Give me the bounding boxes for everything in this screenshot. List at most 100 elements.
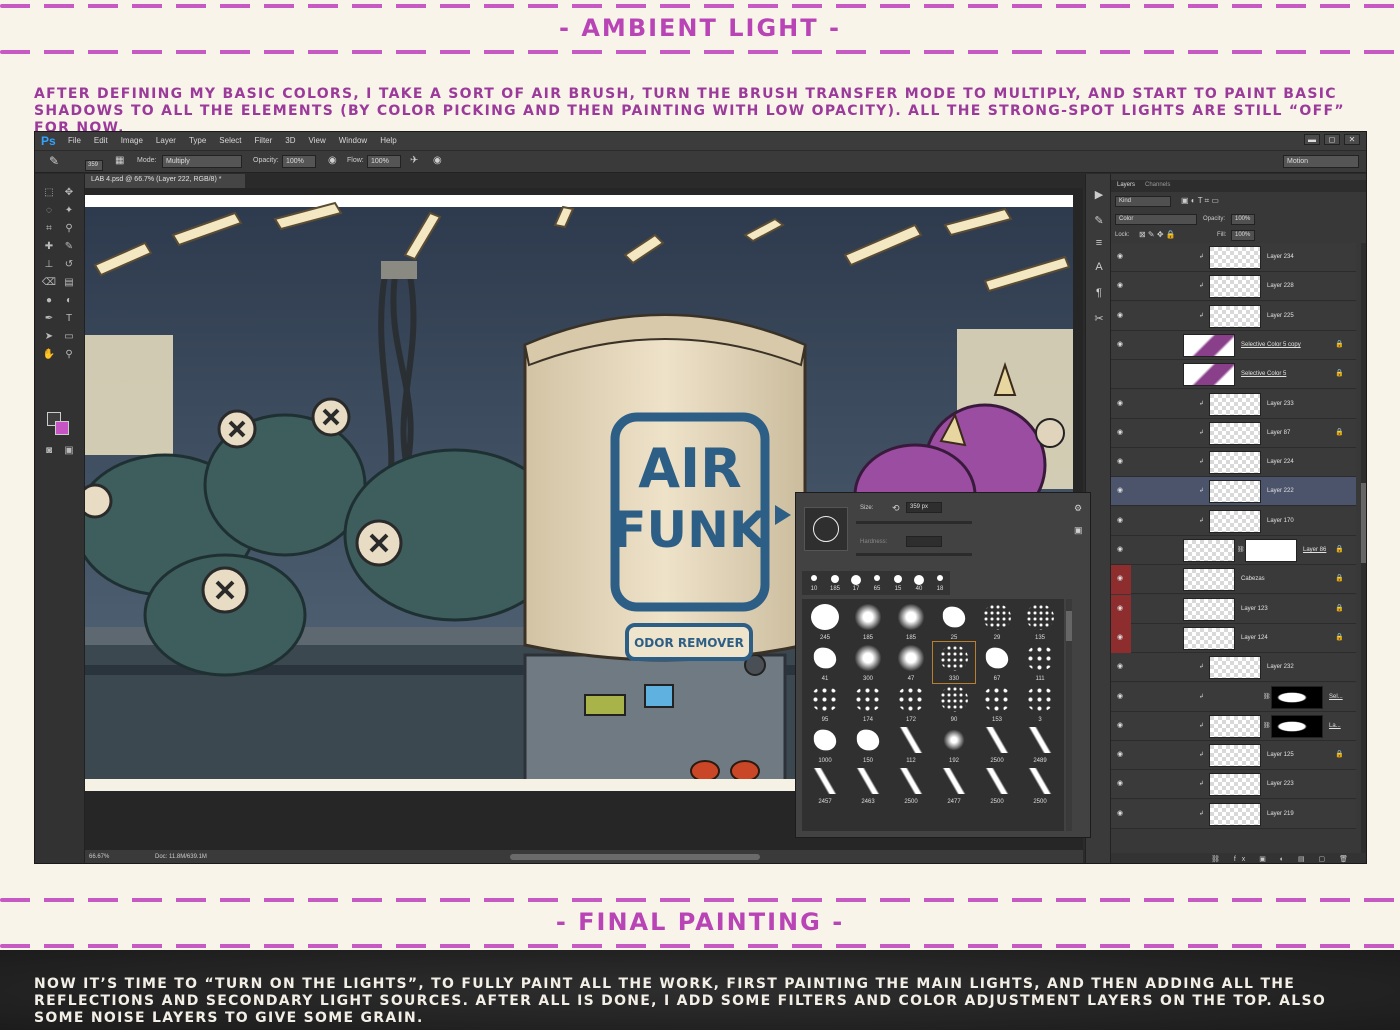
history-brush-icon[interactable]: ↺ [61, 258, 77, 272]
layer-thumbnail[interactable] [1209, 656, 1261, 680]
brush-preset[interactable]: 2489 [1019, 724, 1061, 765]
brush-preset[interactable]: 2457 [804, 765, 846, 806]
brush-preset[interactable]: 135 [1019, 601, 1061, 642]
tab-channels[interactable]: Channels [1145, 182, 1170, 188]
visibility-eye-icon[interactable]: ◉ [1117, 751, 1127, 759]
layer-name[interactable]: La... [1329, 723, 1341, 729]
layer-row[interactable]: Selective Color 5 🔒 [1111, 360, 1356, 390]
flow-field[interactable]: 100% [367, 155, 401, 168]
brush-preset[interactable]: 192 [933, 724, 975, 765]
mask-link-icon[interactable]: ⛓ [1263, 722, 1271, 729]
background-color-swatch[interactable] [55, 421, 69, 435]
recent-brush[interactable]: 65 [867, 573, 887, 595]
layer-name[interactable]: Layer 219 [1267, 811, 1294, 817]
stamp-icon[interactable]: ⊥ [41, 258, 57, 272]
fill-field[interactable]: 100% [1231, 230, 1255, 241]
layer-name[interactable]: Cabezas [1241, 576, 1265, 582]
workspace-select[interactable]: Motion [1283, 155, 1359, 168]
opacity-field[interactable]: 100% [282, 155, 316, 168]
magic-wand-icon[interactable]: ✦ [61, 204, 77, 218]
layer-row[interactable]: ◉ ↲ Layer 234 [1111, 243, 1356, 272]
close-button[interactable]: ✕ [1344, 134, 1360, 145]
visibility-eye-icon[interactable]: ◉ [1117, 400, 1127, 408]
layer-name[interactable]: Layer 225 [1267, 313, 1294, 319]
brush-tool-icon[interactable]: ✎ [49, 154, 59, 168]
layer-thumbnail[interactable] [1209, 773, 1261, 797]
layer-name[interactable]: Sel... [1329, 694, 1343, 700]
menu-item-help[interactable]: Help [380, 136, 396, 145]
layer-name[interactable]: Layer 224 [1267, 459, 1294, 465]
gradient-icon[interactable]: ▤ [61, 276, 77, 290]
hand-icon[interactable]: ✋ [41, 348, 57, 362]
lasso-icon[interactable]: ◌ [41, 204, 57, 218]
layer-name[interactable]: Selective Color 5 copy [1241, 342, 1301, 348]
menu-item-view[interactable]: View [309, 136, 326, 145]
layer-mask-thumbnail[interactable] [1245, 539, 1297, 562]
layer-row[interactable]: ◉ Cabezas 🔒 [1111, 565, 1356, 595]
screen-mode-icon[interactable]: ▣ [61, 444, 77, 458]
quick-mask-icon[interactable]: ◙ [41, 444, 57, 458]
layer-name[interactable]: Layer 222 [1267, 488, 1294, 494]
layer-row[interactable]: ◉ ↲ Layer 125 🔒 [1111, 741, 1356, 771]
adjustments-icon[interactable]: ≡ [1092, 236, 1106, 250]
layer-mask-thumbnail[interactable] [1271, 714, 1323, 738]
brush-preset[interactable]: 67 [976, 642, 1018, 683]
layer-row[interactable]: ◉ ↲ Layer 223 [1111, 770, 1356, 800]
recent-brush[interactable]: 40 [909, 573, 929, 595]
marquee-icon[interactable]: ⬚ [41, 186, 57, 200]
layer-opacity-field[interactable]: 100% [1231, 214, 1255, 225]
type-icon[interactable]: T [61, 312, 77, 326]
paragraph-icon[interactable]: ¶ [1092, 286, 1106, 300]
brush-preset[interactable]: 95 [804, 683, 846, 724]
layer-name[interactable]: Layer 232 [1267, 664, 1294, 670]
visibility-eye-icon[interactable] [1117, 370, 1127, 378]
brush-preset[interactable]: 3 [1019, 683, 1061, 724]
layer-thumbnail[interactable] [1225, 685, 1245, 709]
zoom-readout[interactable]: 66.67% [89, 854, 109, 860]
brush-size-slider[interactable] [856, 521, 972, 524]
layer-row[interactable]: ◉ ↲ Layer 224 [1111, 448, 1356, 478]
filter-type-icons[interactable]: ▣ ◐ T ⌗ ▭ [1181, 196, 1219, 208]
horizontal-scrollbar[interactable] [510, 854, 760, 860]
layer-row[interactable]: ◉ ↲ ⛓ La... [1111, 711, 1356, 741]
layer-thumbnail[interactable] [1209, 304, 1261, 328]
brush-preset[interactable]: 2477 [933, 765, 975, 806]
layer-thumbnail[interactable] [1209, 802, 1261, 826]
brush-icon[interactable]: ✎ [61, 240, 77, 254]
recent-brush[interactable]: 10 [804, 573, 824, 595]
mask-link-icon[interactable]: ⛓ [1263, 693, 1271, 700]
hardness-slider[interactable] [856, 553, 972, 556]
reset-size-icon[interactable]: ⟲ [892, 503, 900, 514]
layer-name[interactable]: Layer 87 [1267, 430, 1290, 436]
visibility-eye-icon[interactable]: ◉ [1117, 253, 1127, 261]
mode-select[interactable]: Multiply [162, 155, 242, 168]
layer-row[interactable]: ◉ ↲ Layer 222 [1111, 477, 1356, 507]
visibility-eye-icon[interactable]: ◉ [1117, 429, 1127, 437]
layer-thumbnail[interactable] [1183, 568, 1235, 592]
brush-size-picker[interactable]: 359 [85, 160, 103, 171]
new-preset-icon[interactable]: ▣ [1074, 525, 1083, 536]
layer-thumbnail[interactable] [1209, 480, 1261, 504]
layer-row[interactable]: ◉ ↲ Layer 87 🔒 [1111, 418, 1356, 448]
visibility-eye-icon[interactable]: ◉ [1117, 517, 1127, 525]
visibility-eye-icon[interactable]: ◉ [1117, 605, 1127, 613]
mask-link-icon[interactable]: ⛓ [1237, 546, 1245, 553]
shape-icon[interactable]: ▭ [61, 330, 77, 344]
layer-thumbnail[interactable] [1209, 714, 1261, 738]
brush-preset[interactable]: 330 [932, 641, 976, 684]
menu-item-select[interactable]: Select [219, 136, 241, 145]
layer-thumbnail[interactable] [1183, 363, 1235, 387]
menu-item-file[interactable]: File [68, 136, 81, 145]
layer-row[interactable]: ◉ ↲ Layer 228 [1111, 272, 1356, 302]
layer-thumbnail[interactable] [1183, 597, 1235, 621]
blur-icon[interactable]: ● [41, 294, 57, 308]
lock-icons[interactable]: ⊠ ✎ ✥ 🔒 [1139, 230, 1176, 242]
menu-item-3d[interactable]: 3D [285, 136, 295, 145]
brush-preset[interactable]: 150 [847, 724, 889, 765]
brush-preset[interactable]: 2463 [847, 765, 889, 806]
brush-preset[interactable]: 185 [847, 601, 889, 642]
layer-row[interactable]: ◉ Selective Color 5 copy 🔒 [1111, 330, 1356, 360]
brush-preset[interactable]: 25 [933, 601, 975, 642]
layer-name[interactable]: Layer 223 [1267, 781, 1294, 787]
brush-preset[interactable]: 2500 [1019, 765, 1061, 806]
